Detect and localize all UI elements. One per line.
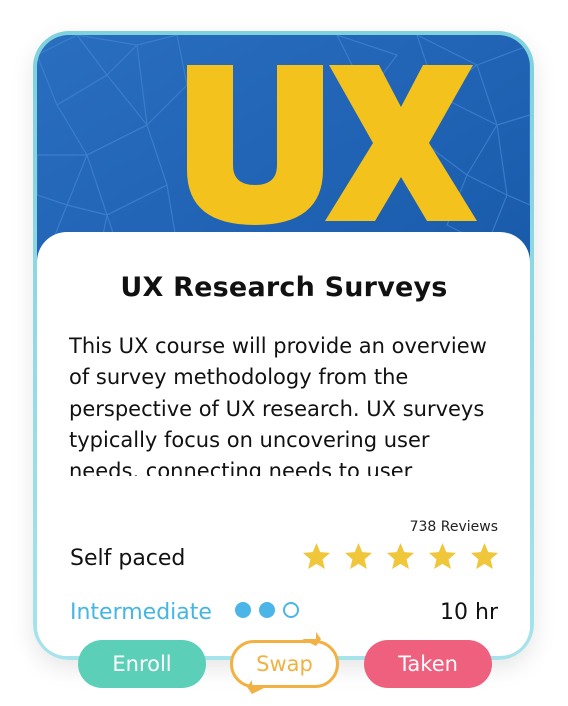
level-dot-filled xyxy=(259,602,275,618)
swap-arrows-icon xyxy=(247,680,266,694)
course-title: UX Research Surveys xyxy=(120,272,448,303)
star-icon xyxy=(470,542,499,570)
swap-arrows-icon xyxy=(302,632,321,646)
enroll-button[interactable]: Enroll xyxy=(78,640,206,688)
star-icon xyxy=(302,542,331,570)
star-icon xyxy=(344,542,373,570)
course-level: Intermediate xyxy=(70,600,212,625)
star-rating xyxy=(301,541,511,572)
star-icon xyxy=(386,542,415,570)
level-dot-empty xyxy=(283,602,299,618)
course-description: This UX course will provide an overview … xyxy=(69,334,487,476)
review-count: 738 Reviews xyxy=(409,519,498,535)
level-indicator xyxy=(235,602,307,618)
star-icon xyxy=(428,542,457,570)
level-dot-filled xyxy=(235,602,251,618)
course-pace: Self paced xyxy=(70,546,186,571)
swap-button-label: Swap xyxy=(256,652,313,676)
taken-button[interactable]: Taken xyxy=(364,640,492,688)
course-duration: 10 hr xyxy=(440,600,498,625)
